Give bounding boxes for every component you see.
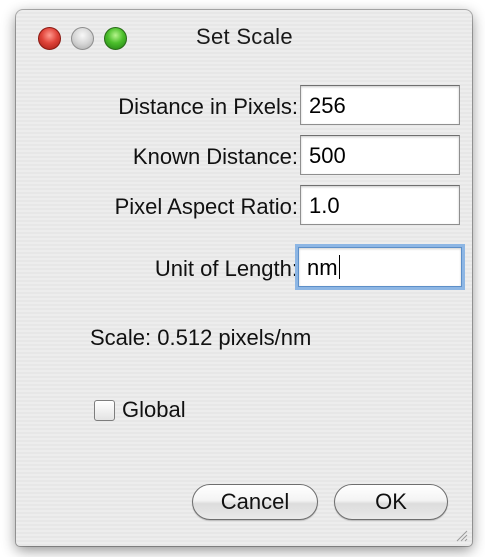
global-checkbox-label[interactable]: Global: [122, 397, 186, 423]
distance-in-pixels-field[interactable]: 256: [300, 85, 460, 125]
minimize-window-button[interactable]: [71, 27, 94, 50]
distance-in-pixels-label: Distance in Pixels:: [118, 94, 298, 119]
cancel-button[interactable]: Cancel: [192, 484, 318, 520]
title-bar: Set Scale: [16, 10, 472, 66]
set-scale-dialog: Set Scale Distance in Pixels: 256 Known …: [16, 10, 472, 546]
known-distance-field[interactable]: 500: [300, 135, 460, 175]
known-distance-value: 500: [309, 143, 346, 168]
text-caret: [338, 255, 340, 279]
unit-of-length-value: nm: [307, 255, 338, 280]
global-checkbox[interactable]: [94, 400, 115, 421]
unit-of-length-label: Unit of Length:: [154, 256, 298, 281]
scale-readout: Scale: 0.512 pixels/nm: [90, 325, 312, 350]
zoom-window-button[interactable]: [104, 27, 127, 50]
close-window-button[interactable]: [38, 27, 61, 50]
window-title: Set Scale: [196, 24, 293, 49]
pixel-aspect-ratio-label: Pixel Aspect Ratio:: [114, 194, 298, 219]
resize-grip-icon[interactable]: [454, 528, 468, 542]
pixel-aspect-ratio-field[interactable]: 1.0: [300, 185, 460, 225]
distance-in-pixels-value: 256: [309, 93, 346, 118]
unit-of-length-field[interactable]: nm: [298, 247, 462, 287]
known-distance-label: Known Distance:: [132, 144, 298, 169]
ok-button[interactable]: OK: [334, 484, 448, 520]
pixel-aspect-ratio-value: 1.0: [309, 193, 340, 218]
